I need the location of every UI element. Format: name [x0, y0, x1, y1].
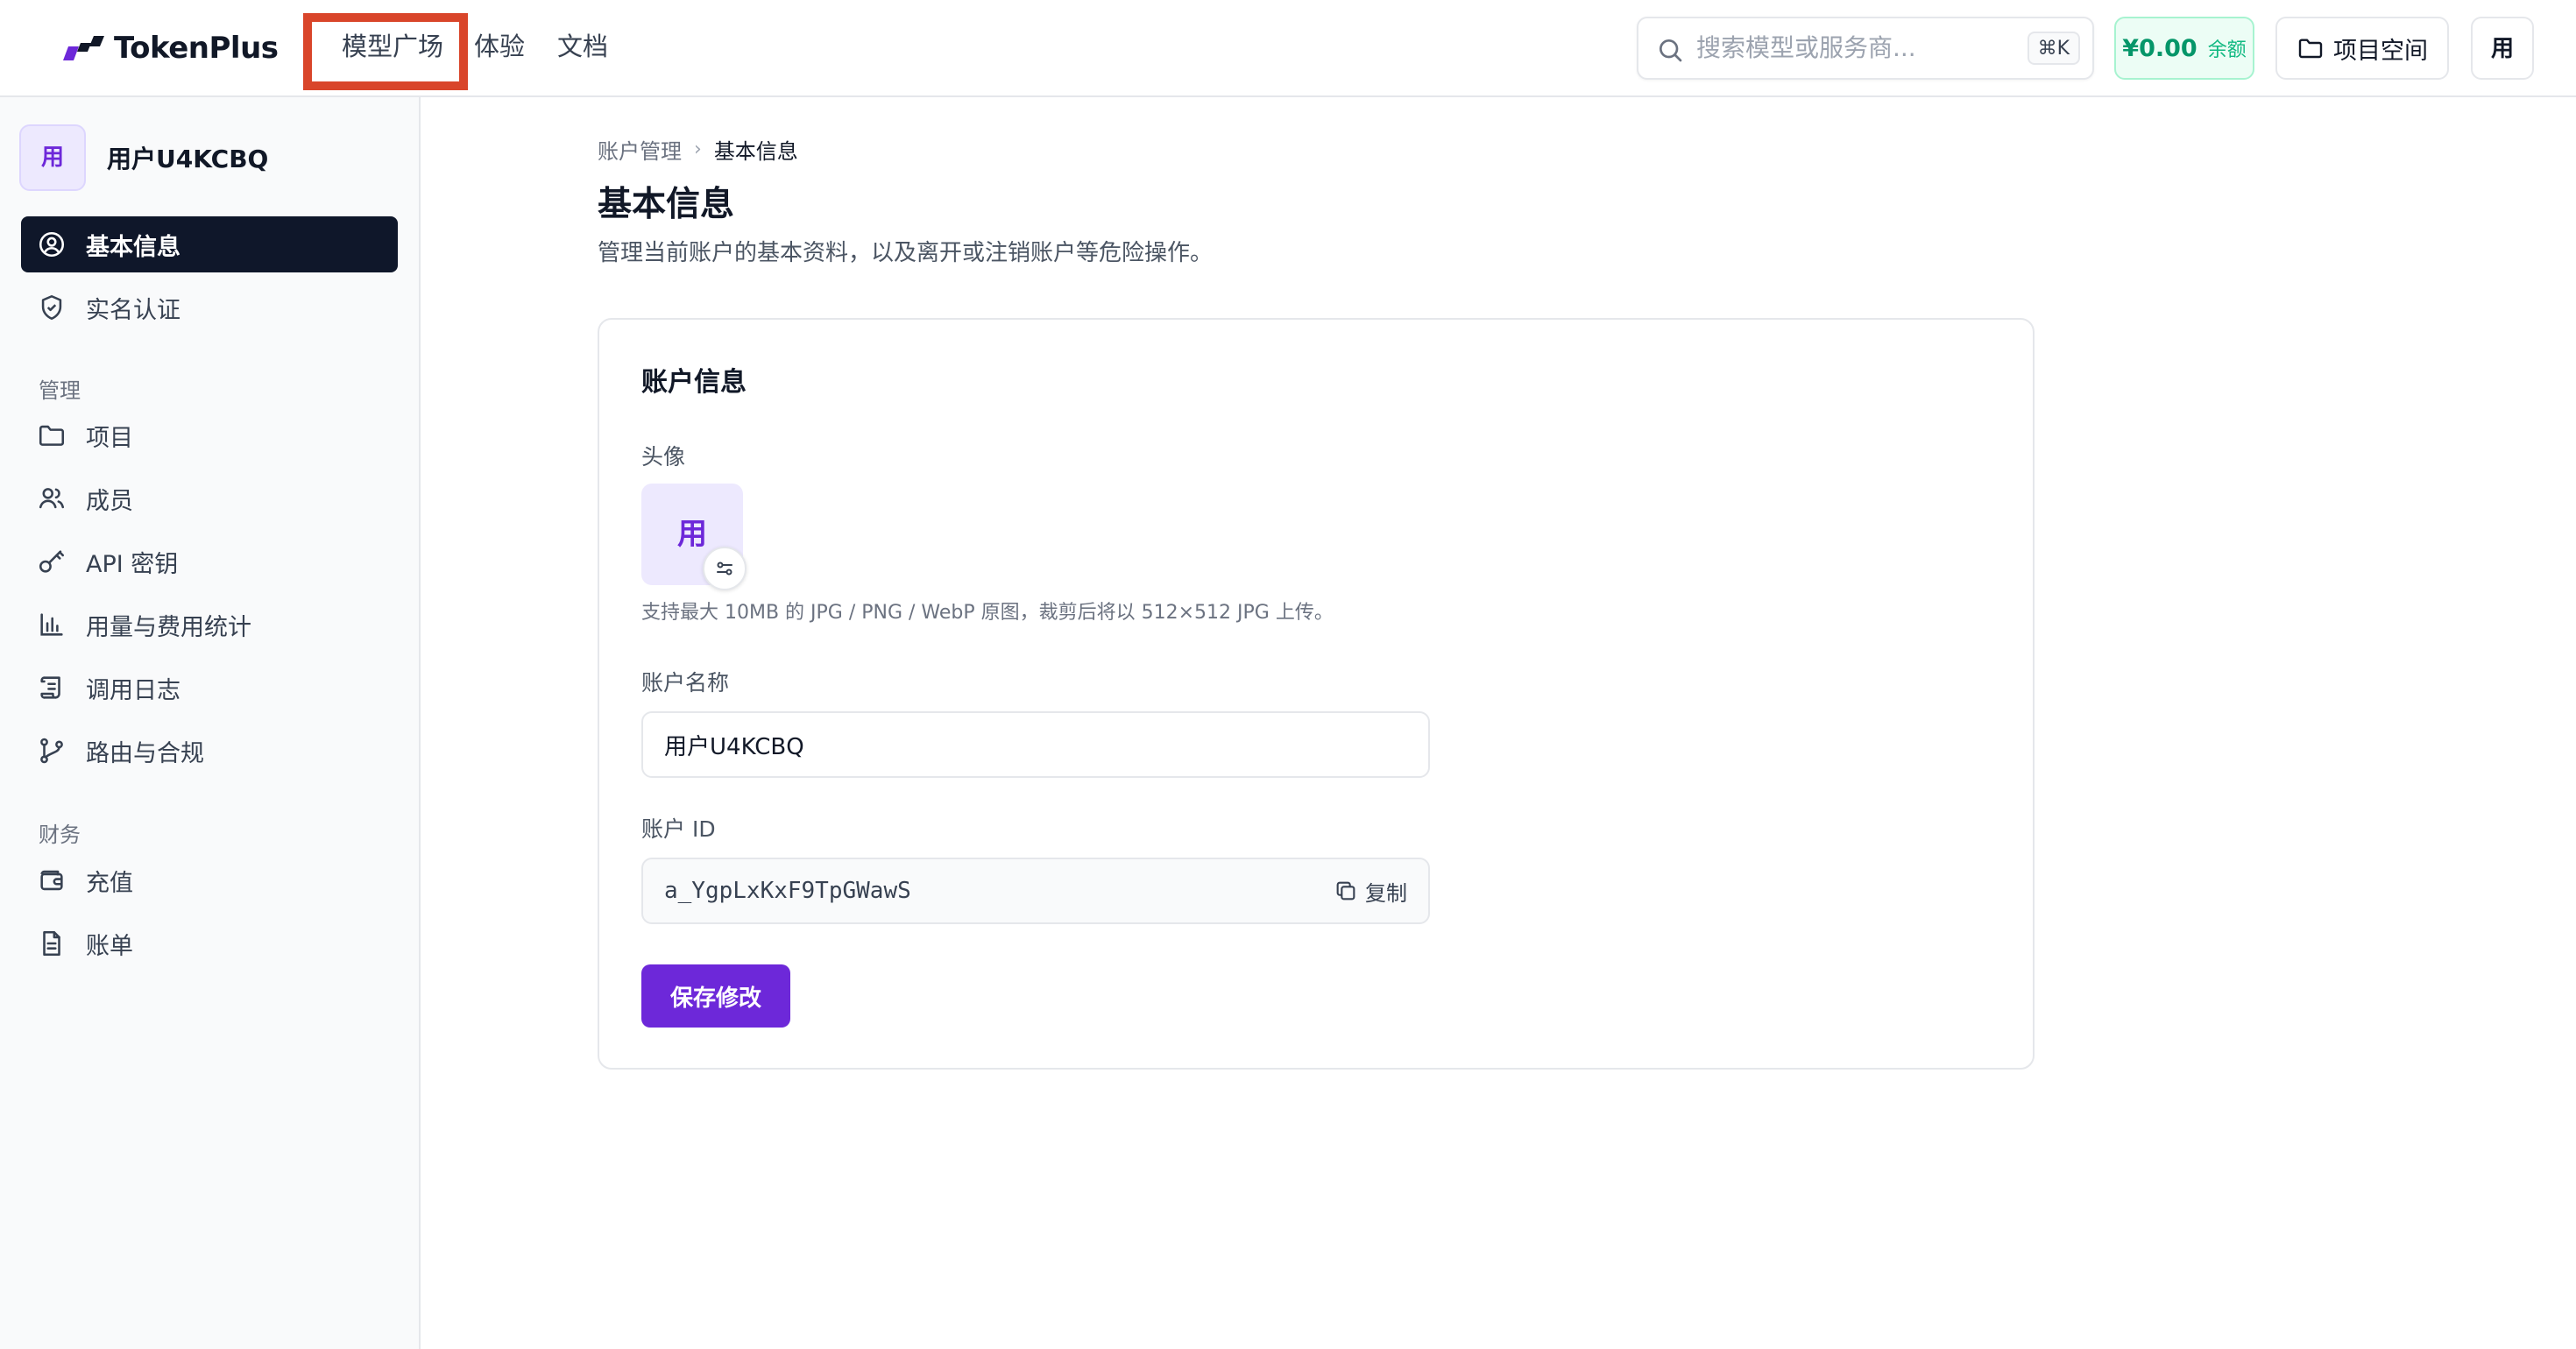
balance-amount: ¥0.00: [2122, 34, 2197, 62]
bar-chart-icon: [40, 613, 63, 636]
chevron-right-icon: ›: [694, 138, 702, 160]
search-box[interactable]: 搜索模型或服务商... ⌘K: [1637, 17, 2094, 80]
breadcrumb: 账户管理 › 基本信息: [598, 133, 798, 165]
document-icon: [43, 930, 60, 957]
account-id-value: a_YgpLxKxF9TpGWawS: [664, 878, 911, 904]
account-name-input[interactable]: [641, 711, 1430, 778]
sidebar-item-label: 成员: [86, 487, 133, 515]
key-icon: [39, 550, 65, 573]
avatar-edit-button[interactable]: [703, 547, 747, 590]
logo[interactable]: TokenPlus: [61, 28, 279, 68]
avatar-hint: 支持最大 10MB 的 JPG / PNG / WebP 原图，裁剪后将以 51…: [641, 602, 1334, 624]
sidebar-item-api-keys[interactable]: API 密钥: [21, 533, 398, 590]
folder-icon: [2298, 39, 2323, 59]
sidebar-item-bills[interactable]: 账单: [21, 915, 398, 971]
section-title-manage: 管理: [39, 378, 81, 403]
wallet-icon: [40, 870, 63, 891]
sidebar-item-call-logs[interactable]: 调用日志: [21, 660, 398, 716]
user-menu-button[interactable]: 用: [2471, 17, 2534, 80]
tokenplus-logo-icon: [63, 36, 104, 60]
users-icon: [39, 488, 65, 509]
sidebar: 用 用户U4KCBQ 基本信息 实名认证 管理 项目 成员 API 密钥 用量与…: [0, 97, 421, 1349]
page-subtitle: 管理当前账户的基本资料，以及离开或注销账户等危险操作。: [598, 240, 1214, 266]
app-name: TokenPlus: [114, 31, 279, 66]
account-info-card: 账户信息 头像 用 支持最大 10MB 的 JPG / PNG / WebP 原…: [598, 318, 2035, 1070]
account-name-label: 账户名称: [641, 670, 730, 696]
nav-link-playground[interactable]: 体验: [474, 26, 525, 67]
sidebar-item-basic-info[interactable]: 基本信息: [21, 216, 398, 272]
section-title-finance: 财务: [39, 823, 81, 847]
sidebar-item-label: 账单: [86, 932, 133, 960]
copy-label: 复制: [1365, 880, 1407, 906]
avatar: 用: [19, 124, 86, 191]
nav-link-docs[interactable]: 文档: [557, 26, 608, 67]
card-title: 账户信息: [641, 367, 747, 398]
search-icon: [1660, 39, 1682, 62]
sidebar-item-label: 路由与合规: [86, 739, 204, 767]
sidebar-profile: 用 用户U4KCBQ: [19, 124, 268, 192]
sidebar-item-routing-compliance[interactable]: 路由与合规: [21, 723, 398, 779]
user-circle-icon: [39, 231, 65, 258]
top-navbar: TokenPlus 模型广场 体验 文档 搜索模型或服务商... ⌘K ¥0.0…: [0, 0, 2576, 97]
search-placeholder: 搜索模型或服务商...: [1696, 33, 1916, 62]
sliders-icon: [717, 561, 732, 576]
scroll-icon: [40, 676, 60, 699]
sidebar-item-label: 基本信息: [86, 233, 180, 261]
workspace-button[interactable]: 项目空间: [2275, 17, 2449, 80]
search-shortcut-badge: ⌘K: [2027, 32, 2080, 65]
sidebar-item-label: 实名认证: [86, 296, 180, 324]
breadcrumb-item-current: 基本信息: [713, 138, 798, 164]
avatar-label: 头像: [641, 444, 686, 470]
copy-icon: [1336, 881, 1355, 901]
balance-label: 余额: [2207, 39, 2247, 61]
folder-icon: [39, 425, 65, 446]
sidebar-item-recharge[interactable]: 充值: [21, 852, 398, 908]
sidebar-item-label: 充值: [86, 869, 133, 897]
sidebar-item-label: 项目: [86, 424, 133, 452]
breadcrumb-item-account-management[interactable]: 账户管理: [598, 134, 682, 165]
account-id-label: 账户 ID: [641, 816, 716, 842]
workspace-label: 项目空间: [2333, 37, 2428, 64]
user-name: 用户U4KCBQ: [107, 145, 269, 173]
copy-button[interactable]: 复制: [1334, 875, 1407, 907]
balance-badge[interactable]: ¥0.00 余额: [2114, 17, 2254, 80]
shield-check-icon: [41, 294, 62, 321]
sidebar-item-label: 用量与费用统计: [86, 613, 251, 641]
git-branch-icon: [40, 738, 63, 764]
sidebar-item-verification[interactable]: 实名认证: [21, 279, 398, 335]
sidebar-item-label: API 密钥: [86, 550, 179, 578]
sidebar-item-projects[interactable]: 项目: [21, 407, 398, 463]
highlight-box: [303, 13, 468, 90]
account-id-field: a_YgpLxKxF9TpGWawS 复制: [641, 858, 1430, 924]
page-title: 基本信息: [598, 185, 735, 224]
sidebar-item-members[interactable]: 成员: [21, 470, 398, 526]
sidebar-item-usage-stats[interactable]: 用量与费用统计: [21, 597, 398, 653]
sidebar-item-label: 调用日志: [86, 676, 180, 704]
save-button[interactable]: 保存修改: [641, 964, 790, 1028]
